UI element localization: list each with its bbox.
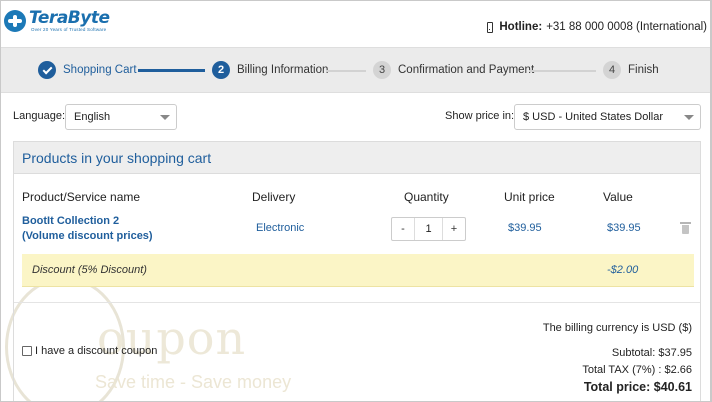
options-row: Language: English Show price in: $ USD -…	[1, 93, 711, 139]
col-header-value: Value	[603, 190, 633, 204]
logo-mark-icon	[4, 10, 26, 32]
step-confirmation-payment: 3 Confirmation and Payment	[373, 61, 534, 79]
chevron-down-icon	[684, 115, 694, 120]
step-connector	[326, 70, 366, 72]
check-icon	[38, 61, 56, 79]
checkbox-icon[interactable]	[22, 346, 32, 356]
logo-name: TeraByte	[29, 8, 110, 28]
step-label: Confirmation and Payment	[398, 64, 535, 76]
qty-minus-button[interactable]: -	[392, 218, 414, 240]
subtotal: Subtotal: $37.95	[611, 347, 692, 359]
window-edge	[710, 1, 711, 401]
step-connector	[138, 69, 205, 72]
divider	[14, 302, 700, 303]
logo-tagline: Over 20 Years of Trusted Software	[31, 27, 107, 32]
delivery-value: Electronic	[256, 222, 305, 234]
discount-value: -$2.00	[607, 264, 639, 276]
step-label: Billing Information	[237, 64, 329, 76]
discount-coupon-checkbox[interactable]: I have a discount coupon	[22, 345, 157, 357]
step-number: 2	[212, 61, 230, 79]
hotline-number: +31 88 000 0008 (International)	[546, 21, 707, 33]
product-subtitle: (Volume discount prices)	[22, 230, 153, 242]
total-price: Total price: $40.61	[583, 380, 692, 394]
step-number: 4	[603, 61, 621, 79]
qty-input[interactable]: 1	[414, 218, 443, 240]
discount-label: Discount (5% Discount)	[32, 264, 147, 276]
step-billing-information: 2 Billing Information	[212, 61, 328, 79]
currency-select[interactable]: $ USD - United States Dollar	[514, 104, 701, 130]
language-select[interactable]: English	[65, 104, 177, 130]
line-value: $39.95	[607, 222, 641, 234]
step-connector	[529, 70, 596, 72]
hotline: Hotline: +31 88 000 0008 (International)	[485, 21, 707, 33]
cart-title: Products in your shopping cart	[14, 142, 700, 174]
discount-row: Discount (5% Discount) -$2.00	[22, 254, 694, 287]
checkout-page: TeraByte Over 20 Years of Trusted Softwa…	[0, 0, 712, 402]
col-header-delivery: Delivery	[252, 190, 296, 204]
coupon-label: I have a discount coupon	[35, 345, 158, 357]
col-header-quantity: Quantity	[404, 190, 449, 204]
billing-currency-note: The billing currency is USD ($)	[542, 322, 692, 334]
chevron-down-icon	[160, 115, 170, 120]
header: TeraByte Over 20 Years of Trusted Softwa…	[1, 1, 711, 47]
total-tax: Total TAX (7%) : $2.66	[582, 364, 692, 376]
product-name-link[interactable]: BootIt Collection 2 (Volume discount pri…	[22, 214, 153, 244]
trash-icon[interactable]	[680, 222, 691, 234]
terabyte-logo[interactable]: TeraByte Over 20 Years of Trusted Softwa…	[4, 9, 110, 35]
quantity-stepper: - 1 +	[391, 217, 466, 241]
step-label: Shopping Cart	[63, 64, 137, 76]
language-value: English	[74, 111, 111, 123]
step-shopping-cart[interactable]: Shopping Cart	[38, 61, 137, 79]
cart-panel: Products in your shopping cart Product/S…	[13, 141, 701, 401]
step-number: 3	[373, 61, 391, 79]
checkout-steps: Shopping Cart 2 Billing Information 3 Co…	[1, 47, 711, 93]
qty-plus-button[interactable]: +	[443, 218, 465, 240]
language-label: Language:	[13, 110, 65, 122]
product-name: BootIt Collection 2	[22, 215, 120, 227]
col-header-name: Product/Service name	[22, 190, 141, 204]
price-label: Show price in:	[445, 110, 515, 122]
hotline-label: Hotline:	[499, 21, 543, 33]
col-header-unit-price: Unit price	[504, 190, 555, 204]
step-finish: 4 Finish	[603, 61, 659, 79]
phone-icon	[485, 21, 495, 33]
unit-price: $39.95	[508, 222, 542, 234]
currency-value: $ USD - United States Dollar	[523, 111, 663, 123]
step-label: Finish	[628, 64, 659, 76]
